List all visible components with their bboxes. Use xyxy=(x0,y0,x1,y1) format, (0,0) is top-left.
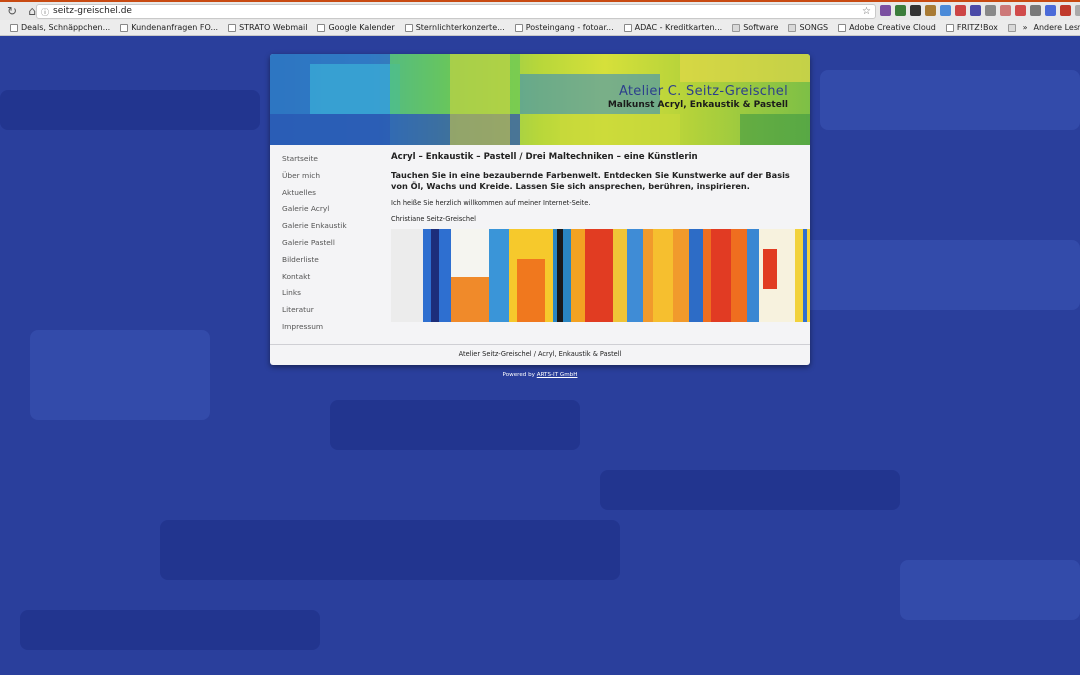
header-banner: Atelier C. Seitz-Greischel Malkunst Acry… xyxy=(270,54,810,145)
folder-icon xyxy=(788,23,797,32)
bookmark-label: Posteingang - fotoar... xyxy=(525,23,614,32)
welcome-text: Ich heiße Sie herzlich willkommen auf me… xyxy=(391,199,591,207)
extension-icon[interactable] xyxy=(1075,5,1080,16)
signature-text: Christiane Seitz-Greischel xyxy=(391,215,476,223)
extension-icon[interactable] xyxy=(880,5,891,16)
powered-link[interactable]: ARTS-IT GmbH xyxy=(537,372,578,378)
extension-icon[interactable] xyxy=(925,5,936,16)
bookmark-star-icon[interactable]: ☆ xyxy=(862,5,871,18)
reload-icon[interactable]: ↻ xyxy=(4,3,20,19)
extension-icon[interactable] xyxy=(1030,5,1041,16)
nav-item[interactable]: Aktuelles xyxy=(282,188,382,205)
extension-icon[interactable] xyxy=(895,5,906,16)
page-icon xyxy=(10,23,18,32)
extension-icons xyxy=(880,5,1080,19)
bookmark-item[interactable]: SONGS xyxy=(788,23,828,32)
nav-item[interactable]: Startseite xyxy=(282,154,382,171)
extension-icon[interactable] xyxy=(1060,5,1071,16)
site-subtitle: Malkunst Acryl, Enkaustik & Pastell xyxy=(607,100,788,110)
main-content: Acryl – Enkaustik – Pastell / Drei Malte… xyxy=(391,152,809,224)
bookmark-label: Software xyxy=(743,23,779,32)
nav-item[interactable]: Bilderliste xyxy=(282,255,382,272)
bookmark-item[interactable]: ADAC - Kreditkarten... xyxy=(623,23,723,32)
bookmark-label: Sternlichterkonzerte... xyxy=(415,23,505,32)
page-icon xyxy=(228,23,237,32)
extension-icon[interactable] xyxy=(1045,5,1056,16)
nav-item[interactable]: Über mich xyxy=(282,171,382,188)
nav-item[interactable]: Links xyxy=(282,288,382,305)
nav-item[interactable]: Literatur xyxy=(282,305,382,322)
extension-icon[interactable] xyxy=(970,5,981,16)
bookmark-label: SONGS xyxy=(799,23,829,32)
bookmark-item[interactable]: Adobe Creative Cloud xyxy=(838,23,936,32)
bookmark-label: ADAC - Kreditkarten... xyxy=(634,23,723,32)
page-icon xyxy=(514,23,523,32)
extension-icon[interactable] xyxy=(1015,5,1026,16)
bookmark-item[interactable]: Deals, Schnäppchen... xyxy=(10,23,110,32)
bookmark-item[interactable]: Posteingang - fotoar... xyxy=(514,23,614,32)
site-container: Atelier C. Seitz-Greischel Malkunst Acry… xyxy=(270,54,810,365)
nav-item[interactable]: Kontakt xyxy=(282,272,382,289)
bookmarks-overflow[interactable]: » Andere Les xyxy=(1018,20,1078,35)
folder-icon xyxy=(732,23,741,32)
page-icon xyxy=(838,23,847,32)
browser-toolbar: ↻ ⌂ ⓘ seitz-greischel.de ☆ xyxy=(0,0,1080,20)
sidebar-nav: Startseite Über mich Aktuelles Galerie Acry… xyxy=(282,154,382,339)
nav-item[interactable]: Galerie Pastell xyxy=(282,238,382,255)
info-icon[interactable]: ⓘ xyxy=(41,6,49,19)
bookmark-label: Kundenanfragen FO... xyxy=(131,23,219,32)
site-title: Atelier C. Seitz-Greischel xyxy=(618,84,788,99)
bookmark-label: Google Kalender xyxy=(328,23,395,32)
extension-icon[interactable] xyxy=(985,5,996,16)
bookmarks-bar: Deals, Schnäppchen... Kundenanfragen FO..… xyxy=(0,20,1080,36)
page-icon xyxy=(120,23,129,32)
bookmark-item[interactable]: Software xyxy=(732,23,778,32)
folder-icon xyxy=(1007,23,1016,32)
bookmark-item[interactable]: Google Kalender xyxy=(317,23,395,32)
nav-item[interactable]: Impressum xyxy=(282,322,382,339)
page-icon xyxy=(945,23,954,32)
chevron-right-icon[interactable]: » xyxy=(1023,23,1028,32)
page-icon xyxy=(317,23,326,32)
page-icon xyxy=(404,23,413,32)
bookmark-label: FRITZ!Box xyxy=(956,23,998,32)
bookmark-label: Adobe Creative Cloud xyxy=(849,23,936,32)
powered-by: Powered by ARTS-IT GmbH xyxy=(270,372,810,378)
powered-prefix: Powered by xyxy=(502,372,535,378)
extension-icon[interactable] xyxy=(1000,5,1011,16)
extension-icon[interactable] xyxy=(910,5,921,16)
bookmark-item[interactable]: FRITZ!Box xyxy=(945,23,998,32)
extension-icon[interactable] xyxy=(940,5,951,16)
artwork-banner-image xyxy=(391,229,810,322)
bookmark-item[interactable]: Sternlichterkonzerte... xyxy=(404,23,505,32)
bookmark-item[interactable]: STRATO Webmail xyxy=(228,23,307,32)
page-heading: Acryl – Enkaustik – Pastell / Drei Malte… xyxy=(391,152,698,162)
other-bookmarks[interactable]: Andere Les xyxy=(1033,23,1078,32)
bookmark-label: Deals, Schnäppchen... xyxy=(21,23,111,32)
bookmark-label: STRATO Webmail xyxy=(239,23,308,32)
footer-divider xyxy=(270,344,810,345)
extension-icon[interactable] xyxy=(955,5,966,16)
address-bar[interactable]: ⓘ seitz-greischel.de ☆ xyxy=(36,4,876,19)
footer-text: Atelier Seitz-Greischel / Acryl, Enkaust… xyxy=(458,350,622,358)
page-icon xyxy=(623,23,632,32)
lead-text: Tauchen Sie in eine bezaubernde Farbenwe… xyxy=(391,170,790,191)
nav-item[interactable]: Galerie Enkaustik xyxy=(282,221,382,238)
nav-item[interactable]: Galerie Acryl xyxy=(282,204,382,221)
bookmark-item[interactable]: Kundenanfragen FO... xyxy=(120,23,218,32)
url-text: seitz-greischel.de xyxy=(53,6,132,16)
